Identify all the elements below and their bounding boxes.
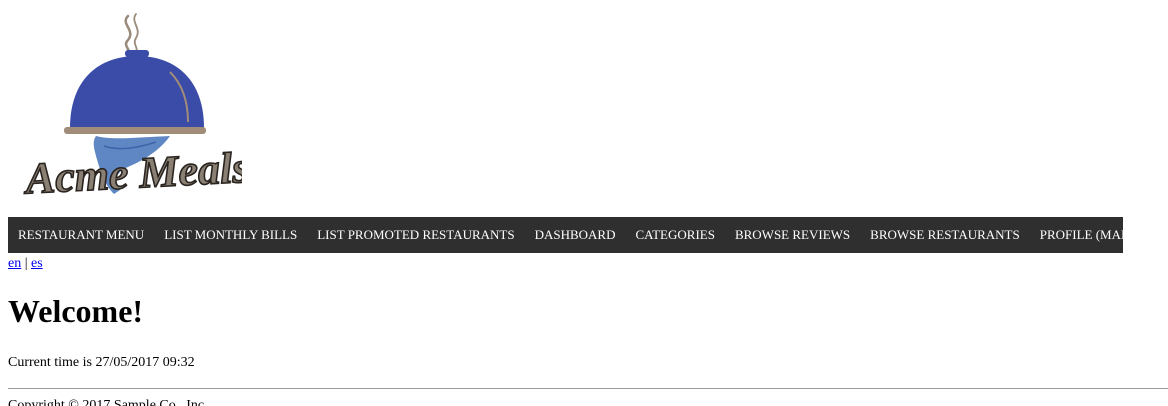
language-selector: en | es <box>8 256 43 272</box>
page-title: Welcome! <box>8 293 144 329</box>
nav-browse-restaurants[interactable]: BROWSE RESTAURANTS <box>860 217 1030 253</box>
page: Acme Meals RESTAURANT MENU LIST MONTHLY … <box>0 0 1168 406</box>
nav-categories[interactable]: CATEGORIES <box>626 217 725 253</box>
acme-meals-logo[interactable]: Acme Meals <box>20 10 242 204</box>
main-navigation: RESTAURANT MENU LIST MONTHLY BILLS LIST … <box>8 217 1168 253</box>
cloche-logo-icon: Acme Meals <box>21 13 242 204</box>
nav-list-monthly-bills[interactable]: LIST MONTHLY BILLS <box>154 217 307 253</box>
nav-browse-reviews[interactable]: BROWSE REVIEWS <box>725 217 860 253</box>
nav-restaurant-menu[interactable]: RESTAURANT MENU <box>8 217 154 253</box>
lang-separator: | <box>24 256 28 271</box>
lang-en-link[interactable]: en <box>8 256 21 271</box>
current-time-text: Current time is 27/05/2017 09:32 <box>8 355 195 370</box>
lang-es-link[interactable]: es <box>31 256 43 271</box>
copyright-text: Copyright © 2017 Sample Co., Inc. <box>8 398 208 406</box>
nav-profile[interactable]: PROFILE (MANAGER1) <box>1030 217 1168 253</box>
footer-divider <box>8 388 1168 389</box>
nav-list-promoted-restaurants[interactable]: LIST PROMOTED RESTAURANTS <box>307 217 524 253</box>
nav-dashboard[interactable]: DASHBOARD <box>525 217 626 253</box>
logo-text: Acme Meals <box>22 143 242 204</box>
